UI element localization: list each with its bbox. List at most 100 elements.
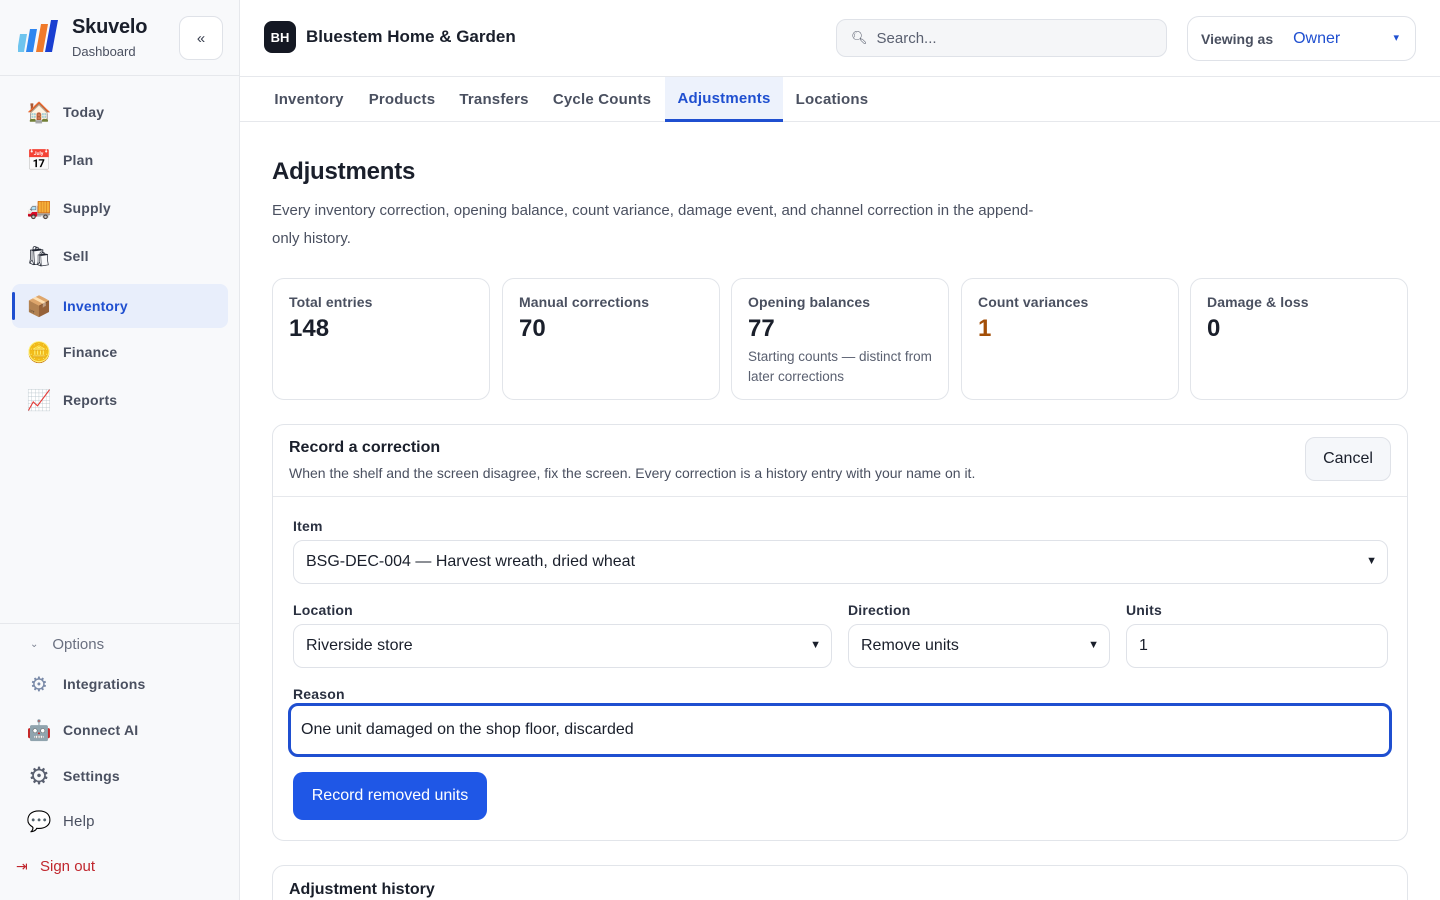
stat-count-variances: Count variances 1: [961, 278, 1179, 400]
sidebar-item-inventory[interactable]: 📦 Inventory: [12, 284, 228, 328]
tab-inventory[interactable]: Inventory: [264, 77, 354, 122]
sidebar-item-label: Connect AI: [63, 722, 139, 738]
brand-subtitle: Dashboard: [72, 44, 136, 59]
stat-value: 0: [1207, 315, 1221, 342]
history-title: Adjustment history: [289, 881, 435, 898]
gear-icon: ⚙: [28, 762, 50, 790]
units-input[interactable]: 1: [1126, 624, 1388, 668]
stat-value: 70: [519, 315, 546, 342]
options-divider: [0, 623, 239, 624]
viewing-as-select[interactable]: Viewing as Owner ▾: [1187, 16, 1416, 61]
page-description: Every inventory correction, opening bala…: [272, 202, 1034, 247]
sidebar-item-finance[interactable]: 🪙 Finance: [12, 330, 228, 374]
direction-select-value: Remove units: [861, 637, 959, 654]
sidebar-item-label: Finance: [63, 344, 118, 360]
sidebar-item-label: Integrations: [63, 676, 146, 692]
sidebar-item-help[interactable]: 💬 Help: [12, 799, 228, 843]
coin-icon: 🪙: [26, 341, 52, 364]
direction-select[interactable]: Remove units ▼: [848, 624, 1110, 668]
stat-label: Total entries: [289, 294, 373, 310]
sidebar-item-connect-ai[interactable]: 🤖 Connect AI: [12, 708, 228, 752]
stat-label: Damage & loss: [1207, 294, 1309, 310]
sidebar-item-label: Sell: [63, 248, 89, 264]
viewing-as-value: Owner: [1293, 29, 1341, 47]
collapse-sidebar-button[interactable]: «: [179, 16, 223, 60]
chevron-down-icon: ⌄: [30, 638, 39, 650]
stat-label: Count variances: [978, 294, 1089, 310]
sidebar-item-reports[interactable]: 📈 Reports: [12, 378, 228, 422]
units-label: Units: [1126, 602, 1162, 618]
record-removed-units-button[interactable]: Record removed units: [293, 772, 487, 820]
tab-cycle-counts[interactable]: Cycle Counts: [544, 77, 660, 122]
org-name[interactable]: Bluestem Home & Garden: [306, 27, 516, 47]
skuvelo-logo[interactable]: [18, 20, 58, 56]
search-icon: 🔍︎: [851, 30, 868, 45]
chevron-down-icon: ▾: [1393, 32, 1399, 44]
tab-products[interactable]: Products: [360, 77, 444, 122]
chart-icon: 📈: [26, 389, 52, 412]
stat-value: 77: [748, 315, 775, 342]
viewing-as-label: Viewing as: [1201, 30, 1274, 47]
sidebar-item-sell[interactable]: 🛍 Sell: [12, 234, 228, 278]
sidebar-item-label: Settings: [63, 768, 120, 784]
puzzle-gears-icon: ⚙: [30, 673, 48, 696]
item-label: Item: [293, 518, 323, 534]
card-header: Record a correction When the shelf and t…: [273, 425, 1407, 497]
reason-label: Reason: [293, 686, 345, 702]
truck-icon: 🚚: [26, 197, 52, 220]
sidebar-item-label: Today: [63, 104, 105, 120]
stat-opening-balances: Opening balances 77 Starting counts — di…: [731, 278, 949, 400]
cancel-button[interactable]: Cancel: [1305, 437, 1391, 481]
sidebar-item-supply[interactable]: 🚚 Supply: [12, 186, 228, 230]
sign-out-icon: ⇥: [16, 858, 28, 874]
options-toggle[interactable]: ⌄ Options: [30, 632, 104, 656]
item-select[interactable]: BSG-DEC-004 — Harvest wreath, dried whea…: [293, 540, 1388, 584]
stat-note: Starting counts — distinct from later co…: [748, 349, 932, 384]
record-correction-card: Record a correction When the shelf and t…: [272, 424, 1408, 841]
sidebar-item-integrations[interactable]: ⚙ Integrations: [12, 662, 228, 706]
stat-manual-corrections: Manual corrections 70: [502, 278, 720, 400]
tab-adjustments[interactable]: Adjustments: [665, 77, 783, 122]
tab-locations[interactable]: Locations: [788, 77, 876, 122]
tab-transfers[interactable]: Transfers: [452, 77, 536, 122]
item-select-value: BSG-DEC-004 — Harvest wreath, dried whea…: [306, 553, 636, 570]
inventory-tabs: Inventory Products Transfers Cycle Count…: [240, 77, 1440, 122]
sidebar-item-label: Inventory: [63, 298, 128, 314]
robot-icon: 🤖: [26, 719, 52, 742]
stat-value: 1: [978, 315, 992, 342]
adjustment-history-card: Adjustment history: [272, 865, 1408, 900]
sidebar-item-today[interactable]: 🏠 Today: [12, 90, 228, 134]
sign-out-label: Sign out: [40, 858, 96, 875]
sidebar-item-label: Help: [63, 812, 95, 830]
sidebar-item-plan[interactable]: 📅 Plan: [12, 138, 228, 182]
card-title: Record a correction: [289, 439, 441, 456]
package-icon: 📦: [26, 295, 52, 318]
stat-label: Manual corrections: [519, 294, 650, 310]
page-title: Adjustments: [272, 158, 416, 185]
double-chevron-left-icon: «: [196, 29, 206, 47]
brand-header: Skuvelo Dashboard «: [0, 0, 239, 76]
sidebar: Skuvelo Dashboard « 🏠 Today 📅 Plan 🚚 Sup…: [0, 0, 240, 900]
direction-label: Direction: [848, 602, 911, 618]
brand-name: Skuvelo: [72, 16, 148, 38]
card-subtitle: When the shelf and the screen disagree, …: [289, 465, 976, 481]
units-input-value: 1: [1139, 637, 1148, 654]
shopping-bag-icon: 🛍: [26, 245, 52, 268]
sidebar-item-label: Reports: [63, 392, 118, 408]
org-avatar[interactable]: BH: [264, 21, 296, 53]
stat-total-entries: Total entries 148: [272, 278, 490, 400]
location-select[interactable]: Riverside store ▼: [293, 624, 832, 668]
options-label: Options: [52, 635, 105, 653]
reason-input-value: One unit damaged on the shop floor, disc…: [301, 721, 634, 738]
search-box[interactable]: 🔍︎: [836, 19, 1167, 57]
search-input[interactable]: [876, 29, 1147, 47]
chevron-down-icon: ▼: [1088, 639, 1099, 651]
stat-label: Opening balances: [748, 294, 871, 310]
sidebar-item-label: Plan: [63, 152, 94, 168]
sign-out-button[interactable]: ⇥ Sign out: [16, 858, 95, 875]
reason-input[interactable]: One unit damaged on the shop floor, disc…: [288, 703, 1392, 757]
location-select-value: Riverside store: [306, 637, 413, 654]
sidebar-item-settings[interactable]: ⚙ Settings: [12, 754, 228, 798]
location-label: Location: [293, 602, 353, 618]
stat-value: 148: [289, 315, 330, 342]
